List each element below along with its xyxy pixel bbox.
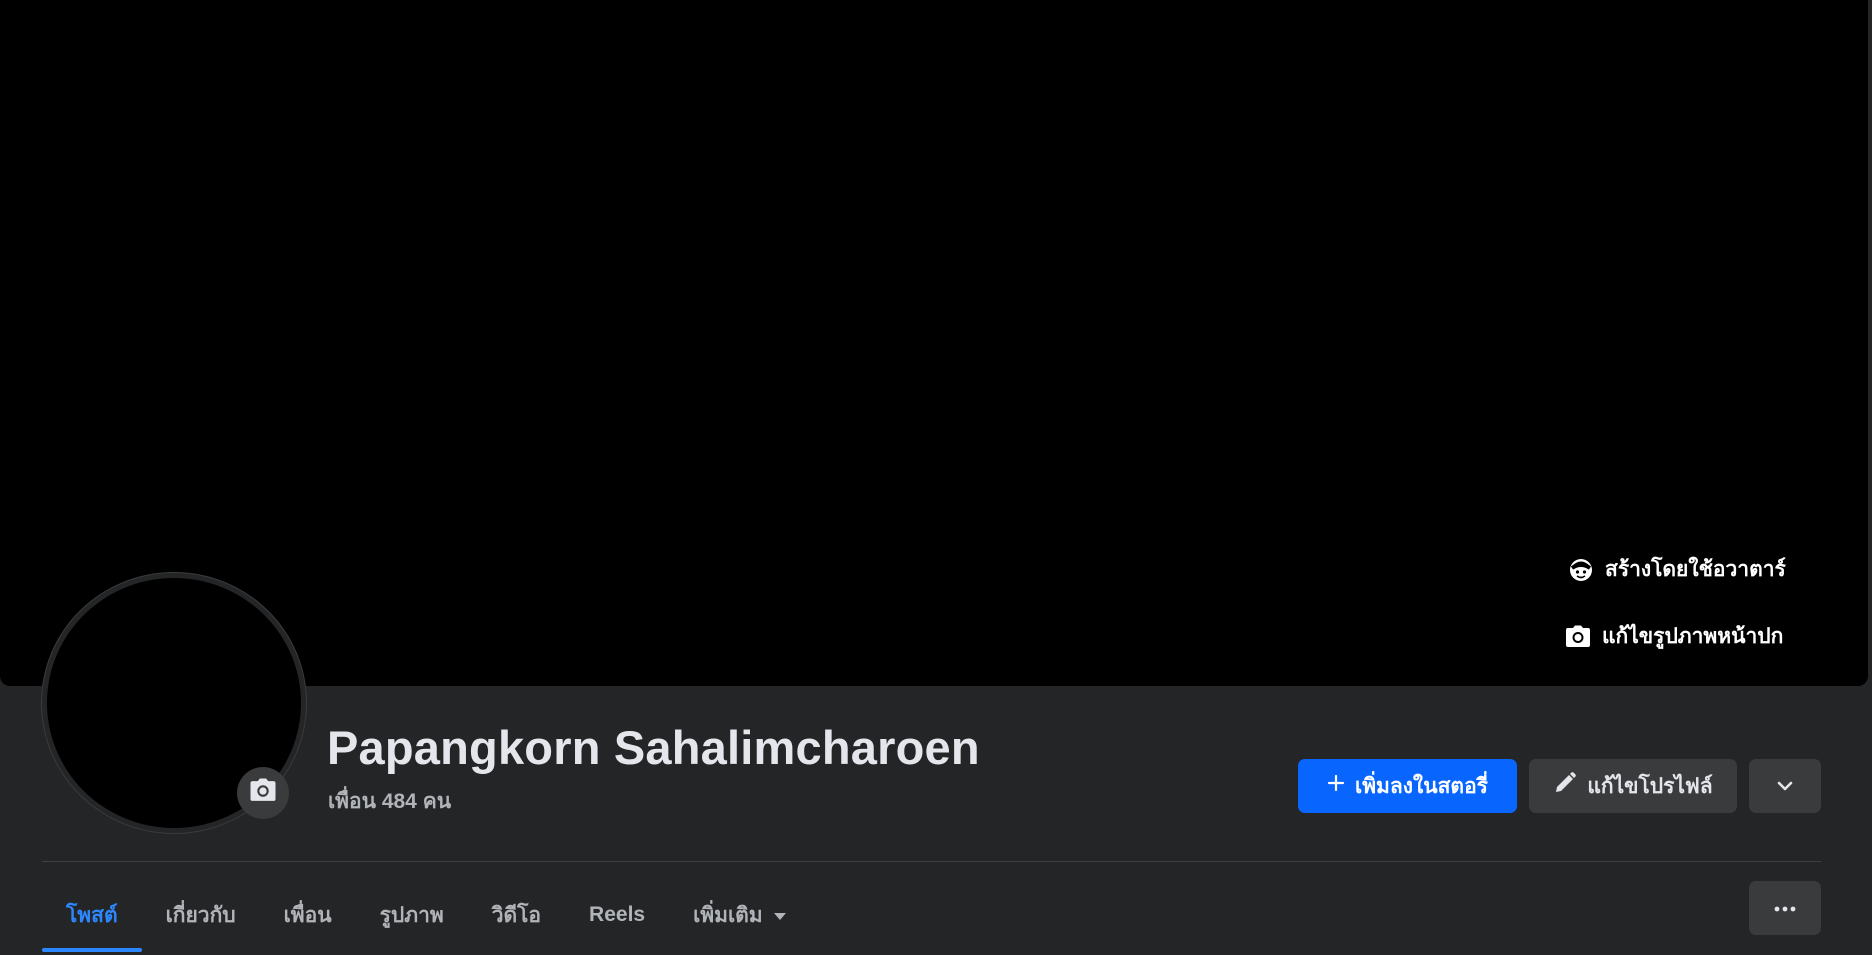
tab-photos[interactable]: รูปภาพ: [356, 878, 468, 952]
chevron-down-icon: [1776, 774, 1794, 798]
ellipsis-icon: [1774, 899, 1796, 917]
create-with-avatar-button[interactable]: สร้างโดยใช้อวาตาร์: [1567, 553, 1786, 586]
friend-count[interactable]: เพื่อน 484 คน: [328, 785, 451, 818]
create-with-avatar-label: สร้างโดยใช้อวาตาร์: [1605, 558, 1786, 581]
add-to-story-button[interactable]: เพิ่มลงในสตอรี่: [1298, 759, 1517, 813]
profile-name: Papangkorn Sahalimcharoen: [327, 721, 980, 774]
tab-label: Reels: [589, 903, 646, 926]
edit-cover-photo-label: แก้ไขรูปภาพหน้าปก: [1602, 625, 1784, 648]
tab-label: รูปภาพ: [379, 903, 444, 927]
more-profile-options-button[interactable]: [1749, 759, 1821, 813]
tab-more[interactable]: เพิ่มเติม: [669, 878, 811, 952]
tab-videos[interactable]: วิดีโอ: [468, 878, 565, 952]
tab-label: เพิ่มเติม: [693, 903, 763, 927]
plus-icon: [1327, 774, 1345, 798]
camera-icon: [1564, 623, 1592, 651]
add-to-story-label: เพิ่มลงในสตอรี่: [1355, 774, 1488, 798]
update-profile-picture-button[interactable]: [237, 767, 289, 819]
profile-page: สร้างโดยใช้อวาตาร์ แก้ไขรูปภาพหน้าปก Pap…: [0, 0, 1872, 955]
more-options-button[interactable]: [1749, 881, 1821, 935]
edit-profile-button[interactable]: แก้ไขโปรไฟล์: [1529, 759, 1737, 813]
tab-posts[interactable]: โพสต์: [42, 878, 142, 952]
avatar-icon: [1567, 556, 1595, 584]
tab-label: วิดีโอ: [491, 903, 542, 927]
tab-reels[interactable]: Reels: [565, 878, 669, 952]
tab-friends[interactable]: เพื่อน: [260, 878, 356, 952]
caret-down-icon: [773, 903, 787, 927]
divider: [42, 861, 1821, 862]
camera-icon: [249, 778, 277, 808]
edit-profile-label: แก้ไขโปรไฟล์: [1587, 774, 1713, 798]
edit-cover-photo-button[interactable]: แก้ไขรูปภาพหน้าปก: [1564, 620, 1783, 653]
tab-label: โพสต์: [66, 903, 118, 927]
tab-about[interactable]: เกี่ยวกับ: [142, 878, 260, 952]
tab-label: เพื่อน: [283, 903, 332, 927]
tab-label: เกี่ยวกับ: [165, 903, 236, 927]
pencil-icon: [1553, 771, 1577, 801]
profile-tabs: โพสต์ เกี่ยวกับ เพื่อน รูปภาพ วิดีโอ Ree…: [42, 878, 811, 952]
